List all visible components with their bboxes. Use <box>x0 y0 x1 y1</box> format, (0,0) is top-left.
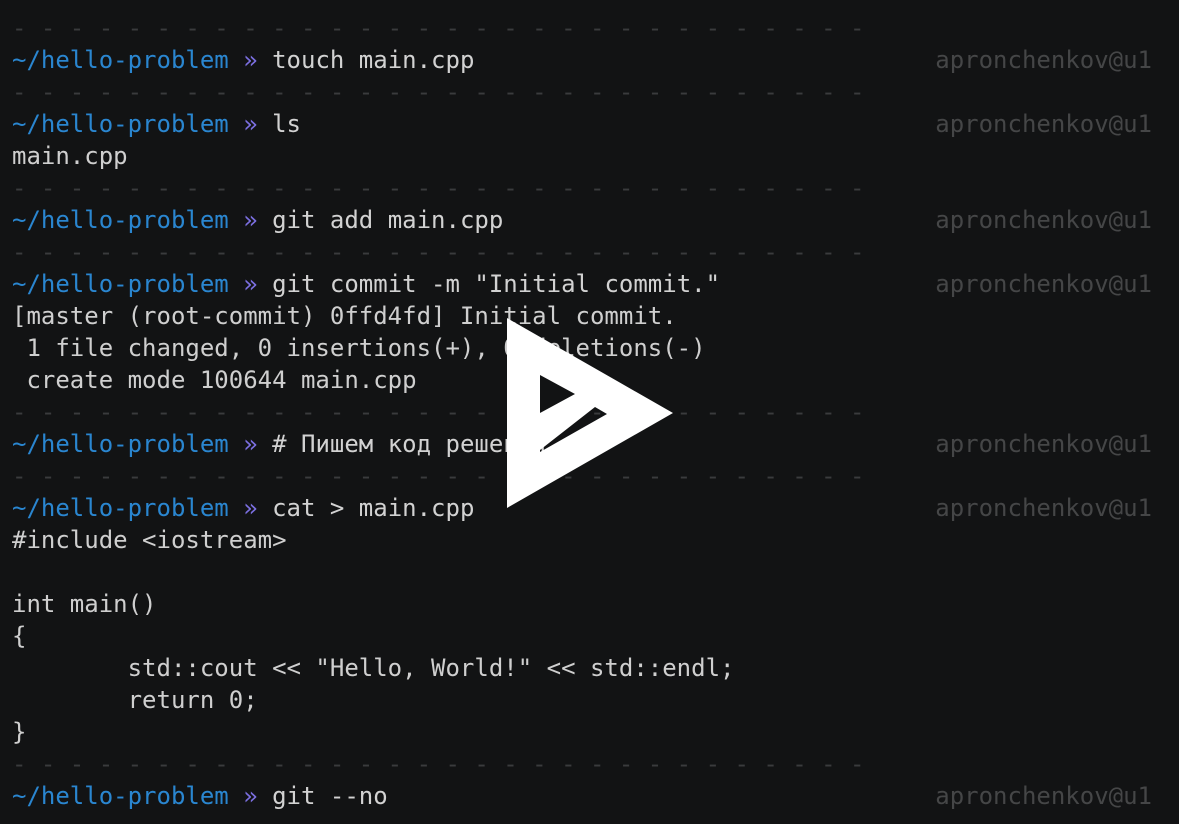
prompt-arrow: » <box>243 110 258 138</box>
command-text: git commit -m "Initial commit." <box>272 270 721 298</box>
command-text: ls <box>272 110 302 138</box>
prompt-line: ~/hello-problem » git commit -m "Initial… <box>0 268 1179 300</box>
prompt-user-host: apronchenkov@u1 <box>935 46 1152 74</box>
prompt-line: ~/hello-problem » git --no apronchenkov@u… <box>0 780 1179 812</box>
prompt-separator: - - - - - - - - - - - - - - - - - - - - … <box>12 78 865 106</box>
asciinema-play-icon <box>507 318 673 508</box>
prompt-separator: - - - - - - - - - - - - - - - - - - - - … <box>12 462 865 490</box>
prompt-separator: - - - - - - - - - - - - - - - - - - - - … <box>12 750 865 778</box>
prompt-separator: - - - - - - - - - - - - - - - - - - - - … <box>12 14 865 42</box>
prompt-arrow: » <box>243 430 258 458</box>
command-text: git --no <box>272 782 388 810</box>
command-text: cat > main.cpp <box>272 494 475 522</box>
prompt-path: ~/hello-problem <box>12 110 229 138</box>
prompt-arrow: » <box>243 206 258 234</box>
command-output-line: main.cpp <box>12 142 128 170</box>
command-output-line: std::cout << "Hello, World!" << std::end… <box>12 654 735 682</box>
command-output-line: { <box>12 622 27 650</box>
prompt-arrow: » <box>243 46 258 74</box>
command-text: git add main.cpp <box>272 206 504 234</box>
prompt-arrow: » <box>243 270 258 298</box>
prompt-path: ~/hello-problem <box>12 782 229 810</box>
prompt-path: ~/hello-problem <box>12 270 229 298</box>
prompt-separator: - - - - - - - - - - - - - - - - - - - - … <box>12 398 865 426</box>
prompt-user-host: apronchenkov@u1 <box>935 494 1152 522</box>
command-output-line: #include <iostream> <box>12 526 287 554</box>
command-output-line: int main() <box>12 590 157 618</box>
command-output-line: return 0; <box>12 686 258 714</box>
prompt-user-host: apronchenkov@u1 <box>935 782 1152 810</box>
prompt-line: ~/hello-problem » git add main.cpp apronc… <box>0 204 1179 236</box>
prompt-line: ~/hello-problem » touch main.cpp apronche… <box>0 44 1179 76</box>
prompt-line: ~/hello-problem » ls apronchenkov@u1 <box>0 108 1179 140</box>
command-text: # Пишем код решения <box>272 430 547 458</box>
prompt-user-host: apronchenkov@u1 <box>935 270 1152 298</box>
prompt-separator: - - - - - - - - - - - - - - - - - - - - … <box>12 174 865 202</box>
prompt-path: ~/hello-problem <box>12 494 229 522</box>
prompt-path: ~/hello-problem <box>12 206 229 234</box>
prompt-arrow: » <box>243 494 258 522</box>
command-output-line <box>0 556 1179 588</box>
prompt-user-host: apronchenkov@u1 <box>935 110 1152 138</box>
prompt-arrow: » <box>243 782 258 810</box>
prompt-separator: - - - - - - - - - - - - - - - - - - - - … <box>12 238 865 266</box>
prompt-path: ~/hello-problem <box>12 46 229 74</box>
play-button[interactable] <box>507 318 673 508</box>
prompt-user-host: apronchenkov@u1 <box>935 206 1152 234</box>
prompt-path: ~/hello-problem <box>12 430 229 458</box>
command-text: touch main.cpp <box>272 46 475 74</box>
prompt-user-host: apronchenkov@u1 <box>935 430 1152 458</box>
command-output-line: } <box>12 718 27 746</box>
